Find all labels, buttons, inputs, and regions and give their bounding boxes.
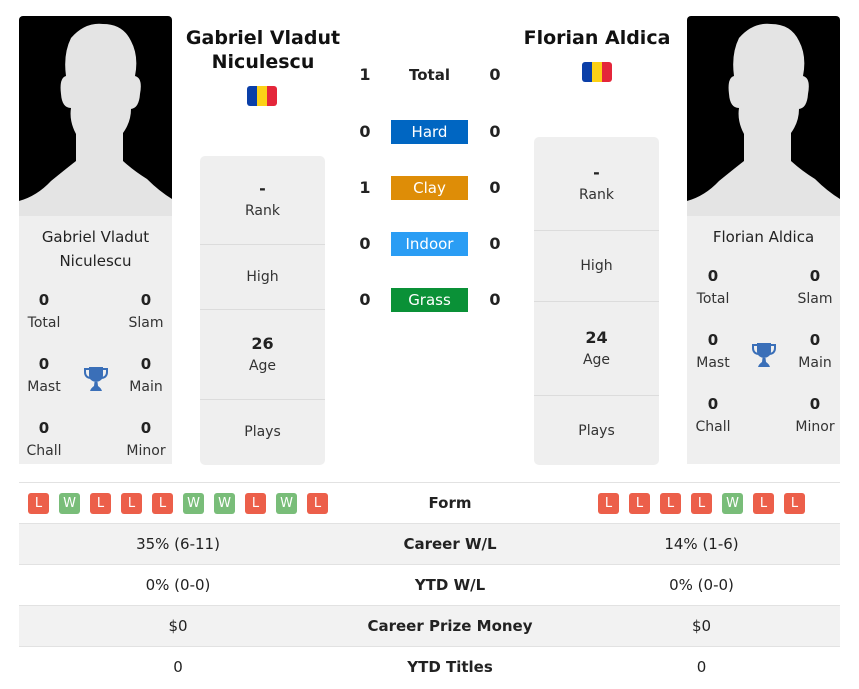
player2-high: High <box>534 231 659 302</box>
form-badge-loss[interactable]: L <box>152 492 173 514</box>
form-badge-loss[interactable]: L <box>90 492 111 514</box>
player2-titles-slam: 0 Slam <box>797 267 833 307</box>
form-badge-loss[interactable]: L <box>629 492 650 514</box>
player2-flag-romania <box>582 62 612 82</box>
form-badge-win[interactable]: W <box>722 492 743 514</box>
stats-row-career-prize-money: $0 Career Prize Money $0 <box>19 605 840 646</box>
player2-titles-chall: 0 Chall <box>695 395 731 435</box>
player2-titles-main: 0 Main <box>798 331 832 371</box>
player1-titles-minor: 0 Minor <box>126 419 166 459</box>
player1-titles-chall: 0 Chall <box>26 419 62 459</box>
player1-name-heading[interactable]: Gabriel Vladut Niculescu <box>172 26 354 74</box>
h2h-row-total: 1 Total 0 <box>359 65 501 84</box>
player2-age: 24 Age <box>534 302 659 396</box>
surface-indoor-badge: Indoor <box>391 232 468 256</box>
player2-titles-minor: 0 Minor <box>795 395 835 435</box>
player2-plays: Plays <box>578 422 615 439</box>
player2-name-heading[interactable]: Florian Aldica <box>512 26 682 50</box>
player1-titles-mast: 0 Mast <box>27 355 61 395</box>
h2h-row-hard: 0 Hard 0 <box>350 120 510 144</box>
form-badge-win[interactable]: W <box>214 492 235 514</box>
player1-plays: Plays <box>244 424 281 440</box>
form-badge-loss[interactable]: L <box>660 492 681 514</box>
form-badge-loss[interactable]: L <box>121 492 142 514</box>
player1-info-box: - Rank High 26 Age Plays <box>200 156 325 465</box>
player2-form: LLLLWLL <box>563 492 840 514</box>
player2-titles-mast: 0 Mast <box>696 331 730 371</box>
stats-row-ytd-wl: 0% (0-0) YTD W/L 0% (0-0) <box>19 564 840 605</box>
player2-card-name: Florian Aldica <box>712 228 815 246</box>
trophy-icon <box>84 367 108 391</box>
form-badge-win[interactable]: W <box>183 492 204 514</box>
form-badge-loss[interactable]: L <box>245 492 266 514</box>
form-badge-win[interactable]: W <box>59 492 80 514</box>
h2h-row-clay: 1 Clay 0 <box>350 176 510 200</box>
player1-photo <box>19 16 172 216</box>
form-badge-loss[interactable]: L <box>307 492 328 514</box>
stats-row-form: LWLLLWWLWL Form LLLLWLL <box>19 482 840 523</box>
form-badge-loss[interactable]: L <box>784 492 805 514</box>
form-badge-loss[interactable]: L <box>691 492 712 514</box>
player1-titles-main: 0 Main <box>129 355 163 395</box>
player1-age: 26 Age <box>200 310 325 400</box>
stats-row-career-wl: 35% (6-11) Career W/L 14% (1-6) <box>19 523 840 564</box>
person-silhouette-icon <box>687 23 840 216</box>
player2-info-box: - Rank High 24 Age Plays <box>534 137 659 465</box>
h2h-row-grass: 0 Grass 0 <box>350 288 510 312</box>
player1-card: Gabriel Vladut Niculescu 0 Total 0 Slam … <box>19 216 172 464</box>
stats-label-form: Form <box>428 494 472 512</box>
stats-table: LWLLLWWLWL Form LLLLWLL 35% (6-11) Caree… <box>19 482 840 687</box>
player1-rank: - Rank <box>200 156 325 245</box>
player2-card: Florian Aldica 0 Total 0 Slam 0 Mast 0 M… <box>687 216 840 464</box>
person-silhouette-icon <box>19 23 172 216</box>
surface-grass-badge: Grass <box>391 288 468 312</box>
player1-titles-slam: 0 Slam <box>128 291 164 331</box>
form-badge-win[interactable]: W <box>276 492 297 514</box>
player1-high: High <box>200 245 325 310</box>
trophy-icon <box>752 343 776 367</box>
player1-flag-romania <box>247 86 277 106</box>
surface-hard-badge: Hard <box>391 120 468 144</box>
form-badge-loss[interactable]: L <box>598 492 619 514</box>
player1-titles-total: 0 Total <box>27 291 61 331</box>
player1-form: LWLLLWWLWL <box>19 492 337 514</box>
h2h-row-indoor: 0 Indoor 0 <box>350 232 510 256</box>
surface-clay-badge: Clay <box>391 176 468 200</box>
form-badge-loss[interactable]: L <box>753 492 774 514</box>
player2-titles-total: 0 Total <box>696 267 730 307</box>
player1-card-name: Gabriel Vladut Niculescu <box>41 228 150 270</box>
stats-row-ytd-titles: 0 YTD Titles 0 <box>19 646 840 687</box>
form-badge-loss[interactable]: L <box>28 492 49 514</box>
player2-rank: - Rank <box>534 137 659 231</box>
player2-photo <box>687 16 840 216</box>
